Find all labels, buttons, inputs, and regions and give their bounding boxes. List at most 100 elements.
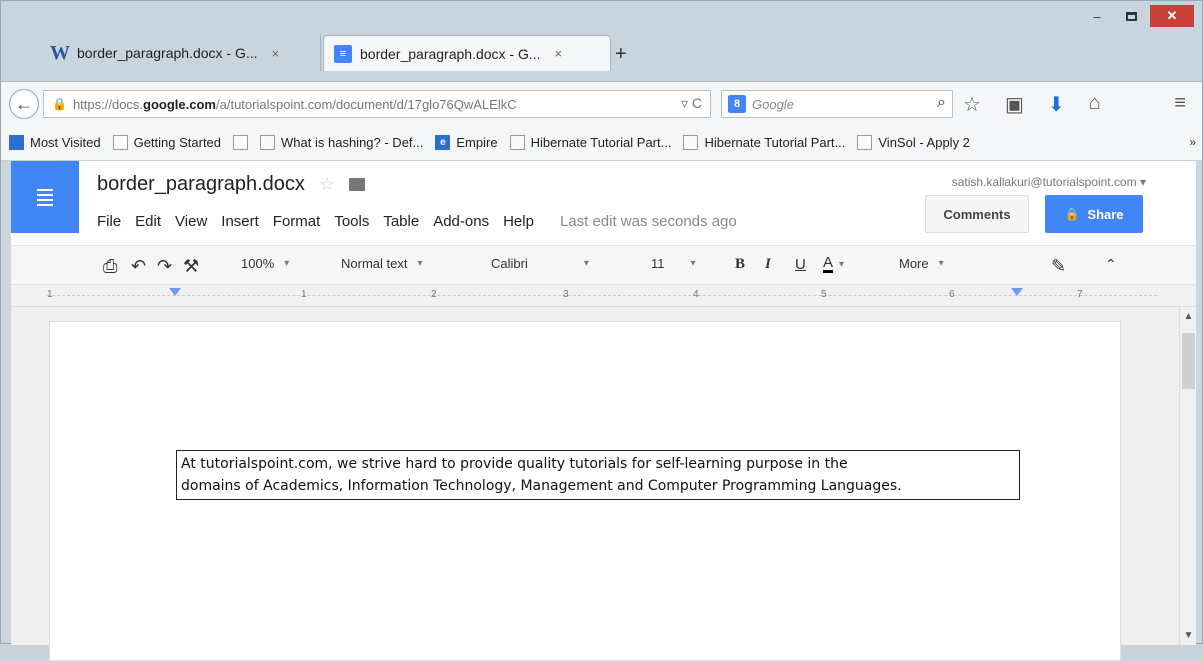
document-title[interactable]: border_paragraph.docx ☆ <box>97 173 366 196</box>
chevron-down-icon: ▾ <box>690 258 696 269</box>
menu-edit[interactable]: Edit <box>135 213 161 230</box>
bookmark-hashing[interactable]: What is hashing? - Def... <box>260 135 423 150</box>
chevron-down-icon: ▾ <box>417 258 423 269</box>
tab-word-doc[interactable]: W border_paragraph.docx - G... × <box>41 35 321 71</box>
browser-window: – ✕ W border_paragraph.docx - G... × ≡ b… <box>0 0 1203 661</box>
bookmark-empty[interactable] <box>233 135 249 150</box>
bookmark-empire[interactable]: e Empire <box>435 135 498 150</box>
menu-table[interactable]: Table <box>383 213 419 230</box>
text-color-button[interactable]: A ▾ <box>823 255 845 273</box>
download-icon[interactable]: ⬇ <box>1048 92 1065 117</box>
undo-icon[interactable]: ↶ <box>131 256 146 277</box>
italic-button[interactable]: I <box>765 256 771 273</box>
star-icon[interactable]: ☆ <box>319 174 335 195</box>
bookmark-hibernate-2[interactable]: Hibernate Tutorial Part... <box>683 135 845 150</box>
pencil-icon[interactable]: ✎ <box>1051 256 1066 277</box>
page-icon <box>260 135 276 150</box>
last-edit-status[interactable]: Last edit was seconds ago <box>560 213 737 230</box>
back-button[interactable]: ← <box>9 89 39 119</box>
close-window-button[interactable]: ✕ <box>1150 5 1194 27</box>
back-arrow-icon: ← <box>15 93 33 114</box>
tab-google-doc[interactable]: ≡ border_paragraph.docx - G... × <box>323 35 611 71</box>
reading-list-icon[interactable]: ▣ <box>1005 92 1024 117</box>
ruler-mark: 1 <box>301 289 307 300</box>
menu-addons[interactable]: Add-ons <box>433 213 489 230</box>
search-icon[interactable]: ⌕ <box>937 94 946 112</box>
search-engine-icon[interactable]: 8 <box>728 95 746 113</box>
share-button[interactable]: 🔒 Share <box>1045 195 1143 233</box>
zoom-select[interactable]: 100% ▾ <box>241 256 289 271</box>
bookmark-getting-started[interactable]: Getting Started <box>112 135 221 150</box>
user-account[interactable]: satish.kallakuri@tutorialspoint.com ▾ <box>952 175 1146 189</box>
bookmark-star-icon[interactable]: ☆ <box>963 92 981 117</box>
scrollbar-thumb[interactable] <box>1182 333 1195 389</box>
folder-icon[interactable] <box>349 178 366 191</box>
redo-icon[interactable]: ↷ <box>157 256 172 277</box>
home-icon[interactable]: ⌂ <box>1089 92 1101 117</box>
bookmark-most-visited[interactable]: Most Visited <box>9 135 101 150</box>
menu-format[interactable]: Format <box>273 213 321 230</box>
bookmark-vinsol[interactable]: VinSol - Apply 2 <box>857 135 970 150</box>
window-controls: – ✕ <box>1082 5 1194 27</box>
ruler-mark: 2 <box>431 289 437 300</box>
more-button[interactable]: More ▾ <box>899 256 944 271</box>
search-placeholder: Google <box>752 96 794 112</box>
maximize-icon <box>1125 11 1137 21</box>
font-select[interactable]: Calibri ▾ <box>491 256 589 271</box>
ruler-mark: 7 <box>1077 289 1083 300</box>
page-icon <box>509 135 525 150</box>
menu-tools[interactable]: Tools <box>334 213 369 230</box>
lock-icon: 🔒 <box>1064 207 1080 221</box>
menu-file[interactable]: File <box>97 213 121 230</box>
close-tab-icon[interactable]: × <box>272 46 280 61</box>
bookmark-hibernate-1[interactable]: Hibernate Tutorial Part... <box>509 135 671 150</box>
paint-format-icon[interactable]: ⚒ <box>183 256 199 277</box>
empire-icon: e <box>435 135 451 150</box>
bordered-paragraph[interactable]: At tutorialspoint.com, we strive hard to… <box>176 450 1020 500</box>
address-bar[interactable]: 🔒 https://docs. google.com/a/tutorialspoi… <box>43 90 711 118</box>
close-tab-icon[interactable]: × <box>555 46 563 61</box>
collapse-icon[interactable]: ⌃ <box>1105 256 1117 273</box>
paragraph-line: At tutorialspoint.com, we strive hard to… <box>181 456 848 472</box>
ruler-track <box>47 295 1157 296</box>
bookmarks-overflow-icon[interactable]: » <box>1189 135 1196 149</box>
toolbar-icons: ☆ ▣ ⬇ ⌂ <box>963 92 1101 117</box>
underline-button[interactable]: U <box>795 256 806 273</box>
print-icon[interactable]: ⎙ <box>103 256 117 277</box>
document-canvas: At tutorialspoint.com, we strive hard to… <box>11 307 1179 661</box>
vertical-scrollbar[interactable]: ▲ ▼ <box>1179 307 1196 645</box>
navigation-bar: ← 🔒 https://docs. google.com/a/tutorialsp… <box>1 81 1202 125</box>
bold-button[interactable]: B <box>735 256 745 273</box>
hamburger-menu-icon[interactable]: ≡ <box>1174 92 1186 115</box>
font-size-select[interactable]: 11 ▾ <box>651 256 696 271</box>
reload-icon[interactable]: ▿ C <box>681 95 702 112</box>
minimize-button[interactable]: – <box>1082 5 1112 27</box>
ruler-mark: 5 <box>821 289 827 300</box>
menu-view[interactable]: View <box>175 213 207 230</box>
scroll-down-icon[interactable]: ▼ <box>1180 630 1197 641</box>
maximize-button[interactable] <box>1116 5 1146 27</box>
right-indent-marker[interactable] <box>1011 288 1023 296</box>
comments-button[interactable]: Comments <box>925 195 1029 233</box>
docs-home-icon[interactable] <box>11 161 79 233</box>
search-input[interactable]: 8 Google ⌕ <box>721 90 953 118</box>
ruler-mark: 6 <box>949 289 955 300</box>
document-title-text[interactable]: border_paragraph.docx <box>97 173 305 196</box>
scroll-up-icon[interactable]: ▲ <box>1180 311 1197 322</box>
ruler[interactable]: 1 1 2 3 4 5 6 7 <box>11 285 1196 307</box>
word-icon: W <box>50 41 70 64</box>
url-prefix: https://docs. <box>72 96 144 112</box>
style-select[interactable]: Normal text ▾ <box>341 256 423 271</box>
lock-icon: 🔒 <box>52 97 67 111</box>
chevron-down-icon: ▾ <box>839 259 845 270</box>
new-tab-button[interactable]: + <box>615 43 627 66</box>
document-page[interactable]: At tutorialspoint.com, we strive hard to… <box>49 321 1121 661</box>
docs-menu-bar: File Edit View Insert Format Tools Table… <box>97 213 737 230</box>
left-indent-marker[interactable] <box>169 288 181 296</box>
ruler-mark: 1 <box>47 289 53 300</box>
page-icon <box>233 135 249 150</box>
chevron-down-icon: ▾ <box>938 258 944 269</box>
menu-insert[interactable]: Insert <box>221 213 259 230</box>
url-host: google.com <box>143 96 216 112</box>
menu-help[interactable]: Help <box>503 213 534 230</box>
